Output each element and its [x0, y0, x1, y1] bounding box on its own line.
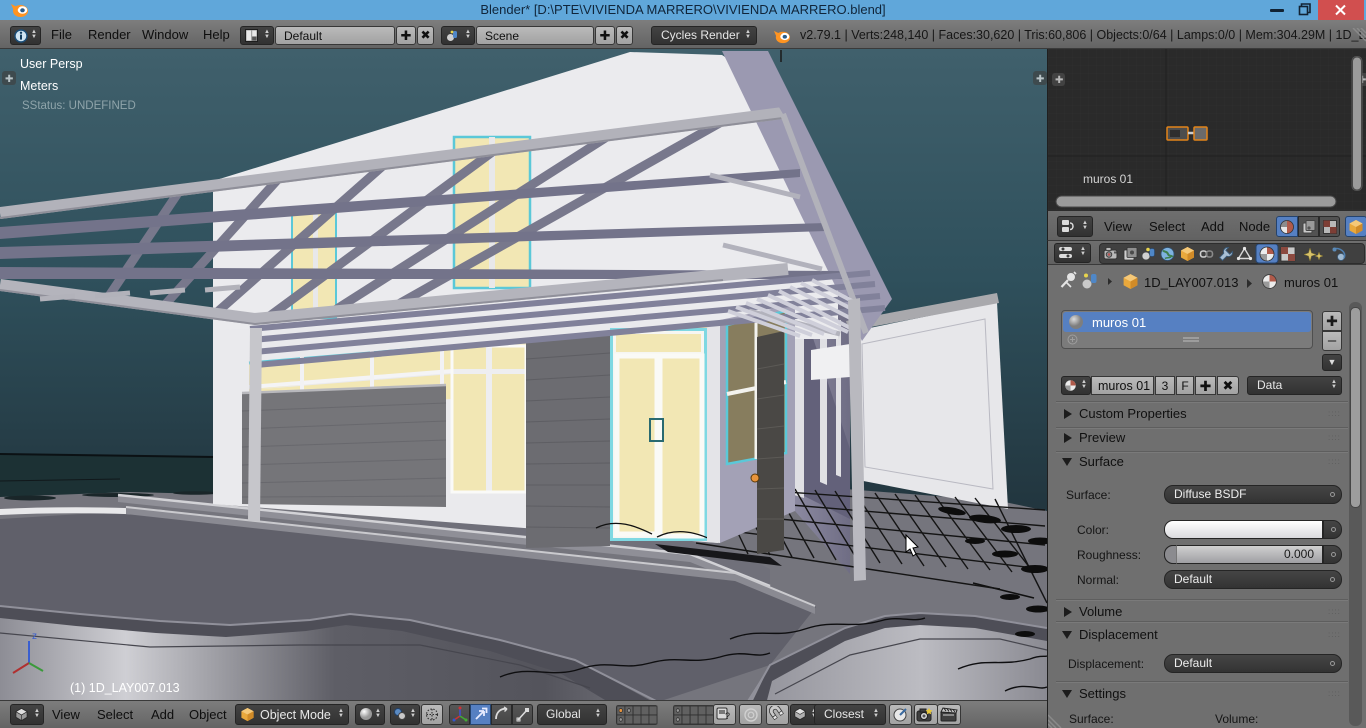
svg-text:✚: ✚ [5, 74, 13, 85]
svg-text:?: ? [725, 711, 730, 721]
svg-text:muros 01: muros 01 [1083, 172, 1133, 186]
svg-text:✚: ✚ [1055, 75, 1063, 86]
svg-text:z: z [32, 631, 37, 642]
svg-text:User Persp: User Persp [20, 57, 83, 71]
svg-text:SStatus: UNDEFINED: SStatus: UNDEFINED [22, 100, 136, 112]
svg-text:✚: ✚ [1036, 74, 1044, 85]
svg-text:(1) 1D_LAY007.013: (1) 1D_LAY007.013 [70, 681, 180, 695]
svg-text:Meters: Meters [20, 79, 58, 93]
